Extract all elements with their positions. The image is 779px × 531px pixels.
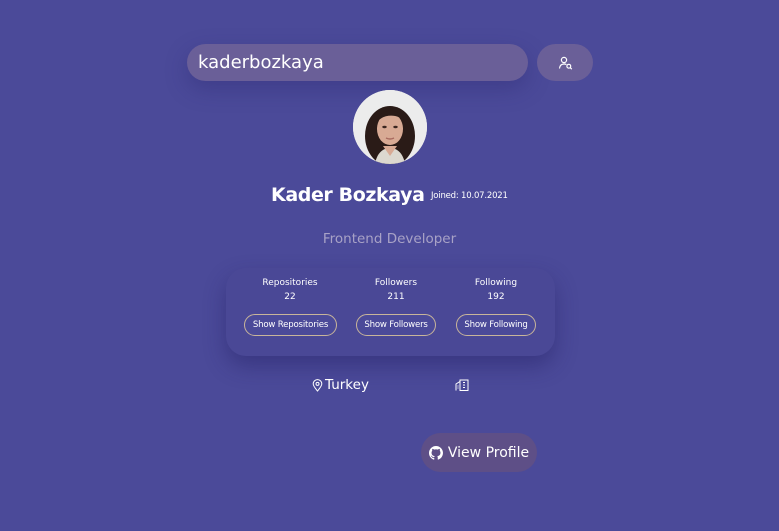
stats-card: Repositories 22 Show Repositories Follow… — [226, 268, 555, 356]
building-icon — [455, 379, 469, 391]
location-text: Turkey — [325, 377, 369, 393]
github-icon — [428, 445, 443, 460]
user-search-icon — [558, 56, 572, 70]
following-count: 192 — [487, 292, 505, 302]
profile-page: Kader Bozkaya Joined: 10.07.2021 Fronten… — [0, 0, 779, 531]
show-following-button[interactable]: Show Following — [456, 314, 536, 336]
repositories-label: Repositories — [262, 278, 318, 288]
repositories-count: 22 — [284, 292, 296, 302]
map-pin-icon — [312, 378, 323, 392]
show-repositories-button[interactable]: Show Repositories — [244, 314, 337, 336]
location: Turkey — [312, 377, 369, 393]
following-label: Following — [474, 278, 518, 288]
profile-name: Kader Bozkaya — [271, 184, 425, 206]
profile-bio: Frontend Developer — [322, 231, 457, 247]
view-profile-label: View Profile — [447, 444, 530, 461]
joined-date: Joined: 10.07.2021 — [431, 191, 508, 201]
avatar — [353, 90, 427, 164]
show-followers-button[interactable]: Show Followers — [356, 314, 436, 336]
view-profile-button[interactable]: View Profile — [421, 433, 537, 472]
avatar-photo-icon — [353, 90, 427, 164]
search-button[interactable] — [537, 44, 593, 81]
search-input[interactable] — [187, 44, 528, 81]
